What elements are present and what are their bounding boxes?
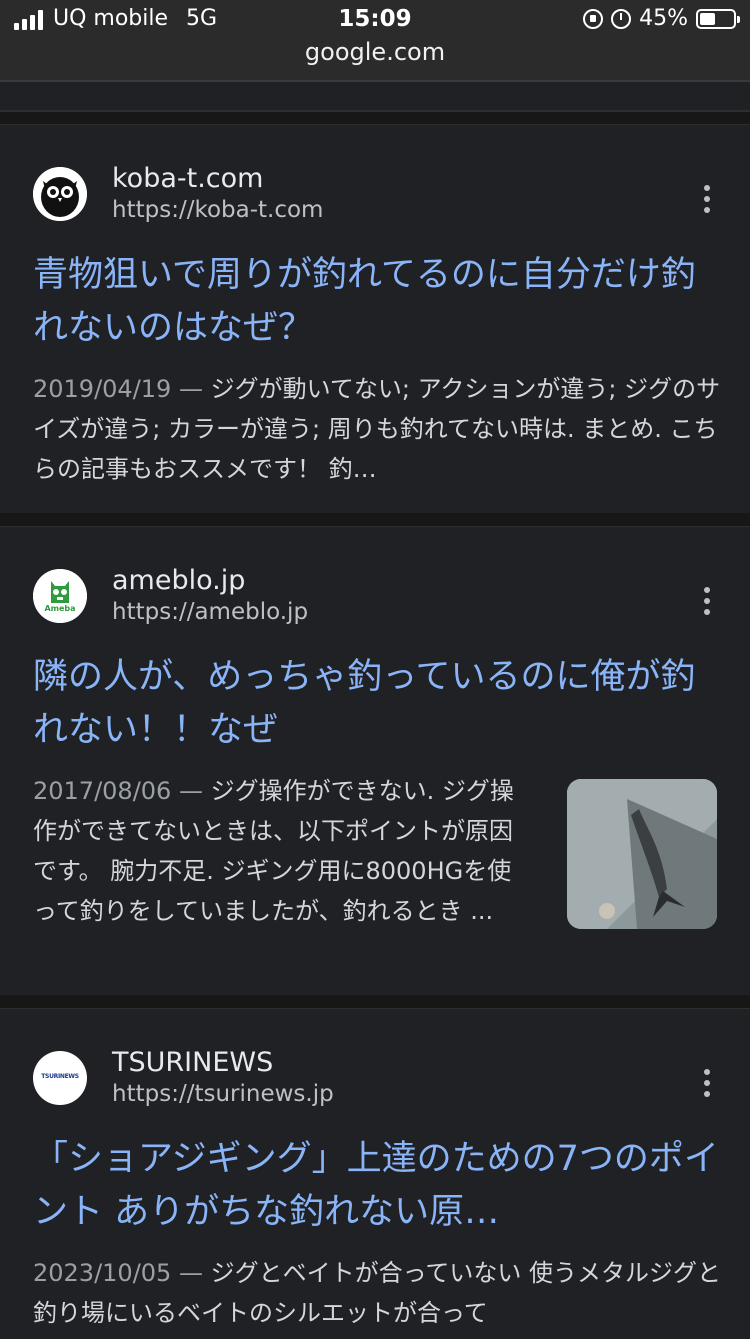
site-url[interactable]: https://koba-t.com	[112, 197, 323, 223]
result-date: 2019/04/19 —	[33, 375, 203, 403]
alarm-icon	[611, 8, 632, 29]
previous-result-edge	[0, 82, 750, 112]
favicon-label: Ameba	[44, 604, 76, 613]
site-url[interactable]: https://ameblo.jp	[112, 599, 308, 625]
search-result: koba-t.com https://koba-t.com 青物狙いで周りが釣れ…	[0, 124, 750, 513]
battery-icon	[696, 8, 740, 29]
owl-favicon-icon[interactable]	[33, 167, 87, 221]
result-date: 2017/08/06 —	[33, 777, 203, 805]
search-result: Ameba ameblo.jp https://ameblo.jp 隣の人が、め…	[0, 526, 750, 995]
site-name[interactable]: TSURINEWS	[112, 1047, 273, 1078]
orientation-lock-icon	[583, 8, 604, 29]
result-snippet: 2017/08/06 — ジグ操作ができない. ジグ操作ができてないときは、以下…	[33, 771, 533, 971]
more-options-icon[interactable]	[702, 185, 712, 213]
favicon-label: TSURINEWS	[41, 1073, 79, 1080]
battery-percent: 45%	[639, 6, 688, 31]
result-snippet: 2019/04/19 — ジグが動いてない; アクションが違う; ジグのサイズが…	[33, 369, 723, 489]
site-name[interactable]: ameblo.jp	[112, 565, 245, 596]
site-url[interactable]: https://tsurinews.jp	[112, 1081, 334, 1107]
status-bar: UQ mobile 5G 15:09 45% google.com	[0, 0, 750, 82]
result-snippet: 2023/10/05 — ジグとベイトが合っていない 使うメタルジグと釣り場にい…	[33, 1253, 723, 1333]
search-result: TSURINEWS TSURINEWS https://tsurinews.jp…	[0, 1008, 750, 1339]
address-bar[interactable]: google.com	[0, 38, 750, 66]
result-title-link[interactable]: 青物狙いで周りが釣れてるのに自分だけ釣れないのはなぜ？	[33, 249, 723, 355]
result-title-link[interactable]: 「ショアジギング」上達のための7つのポイント ありがちな釣れない原…	[33, 1133, 723, 1239]
result-thumbnail[interactable]	[567, 779, 717, 929]
status-right: 45%	[583, 6, 740, 31]
result-title-link[interactable]: 隣の人が、めっちゃ釣っているのに俺が釣れない！！なぜ	[33, 651, 723, 757]
more-options-icon[interactable]	[702, 1069, 712, 1097]
more-options-icon[interactable]	[702, 587, 712, 615]
ameba-favicon-icon[interactable]: Ameba	[33, 569, 87, 623]
tsurinews-favicon-icon[interactable]: TSURINEWS	[33, 1051, 87, 1105]
result-date: 2023/10/05 —	[33, 1259, 203, 1287]
site-name[interactable]: koba-t.com	[112, 163, 263, 194]
